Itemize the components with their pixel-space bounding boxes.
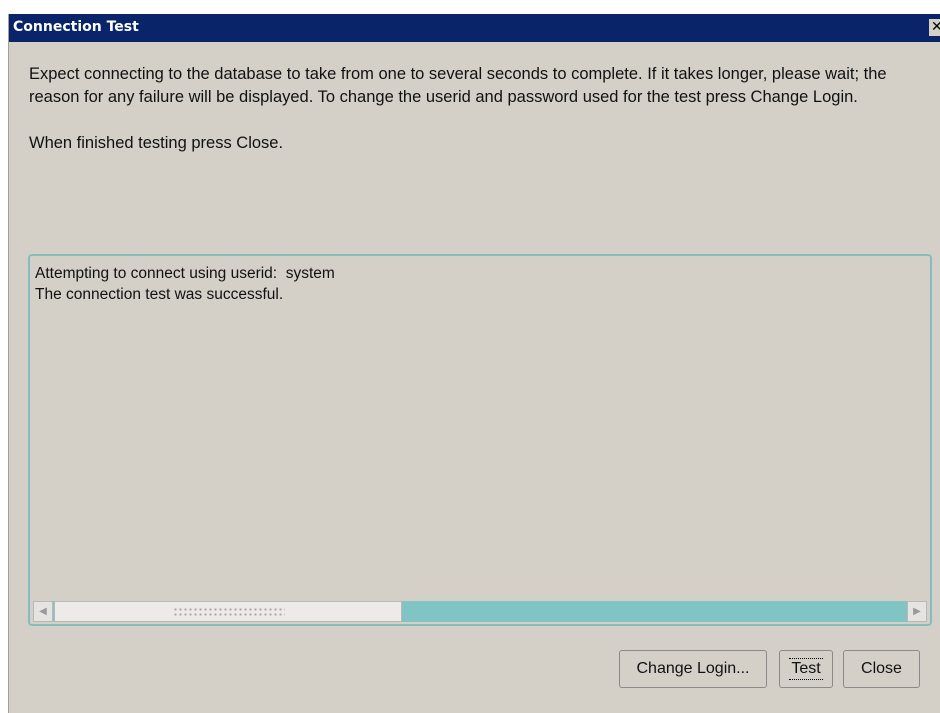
title-bar[interactable]: Connection Test ✕ — [9, 14, 940, 42]
finish-instruction: When finished testing press Close. — [29, 134, 284, 152]
connection-test-dialog: Connection Test ✕ Expect connecting to t… — [8, 14, 940, 713]
scroll-left-icon[interactable]: ◀ — [33, 601, 53, 622]
grip-icon — [173, 607, 285, 617]
connection-output-panel[interactable]: Attempting to connect using userid: syst… — [28, 254, 932, 626]
scroll-right-icon[interactable]: ▶ — [907, 601, 927, 622]
test-button[interactable]: Test — [779, 650, 833, 688]
horizontal-scrollbar[interactable]: ◀ ▶ — [33, 601, 927, 622]
output-line: The connection test was successful. — [35, 286, 284, 303]
change-login-button[interactable]: Change Login... — [619, 650, 767, 688]
output-line: Attempting to connect using userid: syst… — [35, 265, 335, 282]
instructions-text: Expect connecting to the database to tak… — [29, 63, 934, 155]
close-button[interactable]: Close — [843, 650, 920, 688]
output-log: Attempting to connect using userid: syst… — [35, 263, 335, 305]
scroll-thumb[interactable] — [54, 601, 402, 622]
window-title: Connection Test — [13, 19, 139, 35]
instructions-paragraph: Expect connecting to the database to tak… — [29, 65, 887, 106]
test-button-label: Test — [789, 658, 823, 680]
close-icon[interactable]: ✕ — [929, 19, 940, 36]
